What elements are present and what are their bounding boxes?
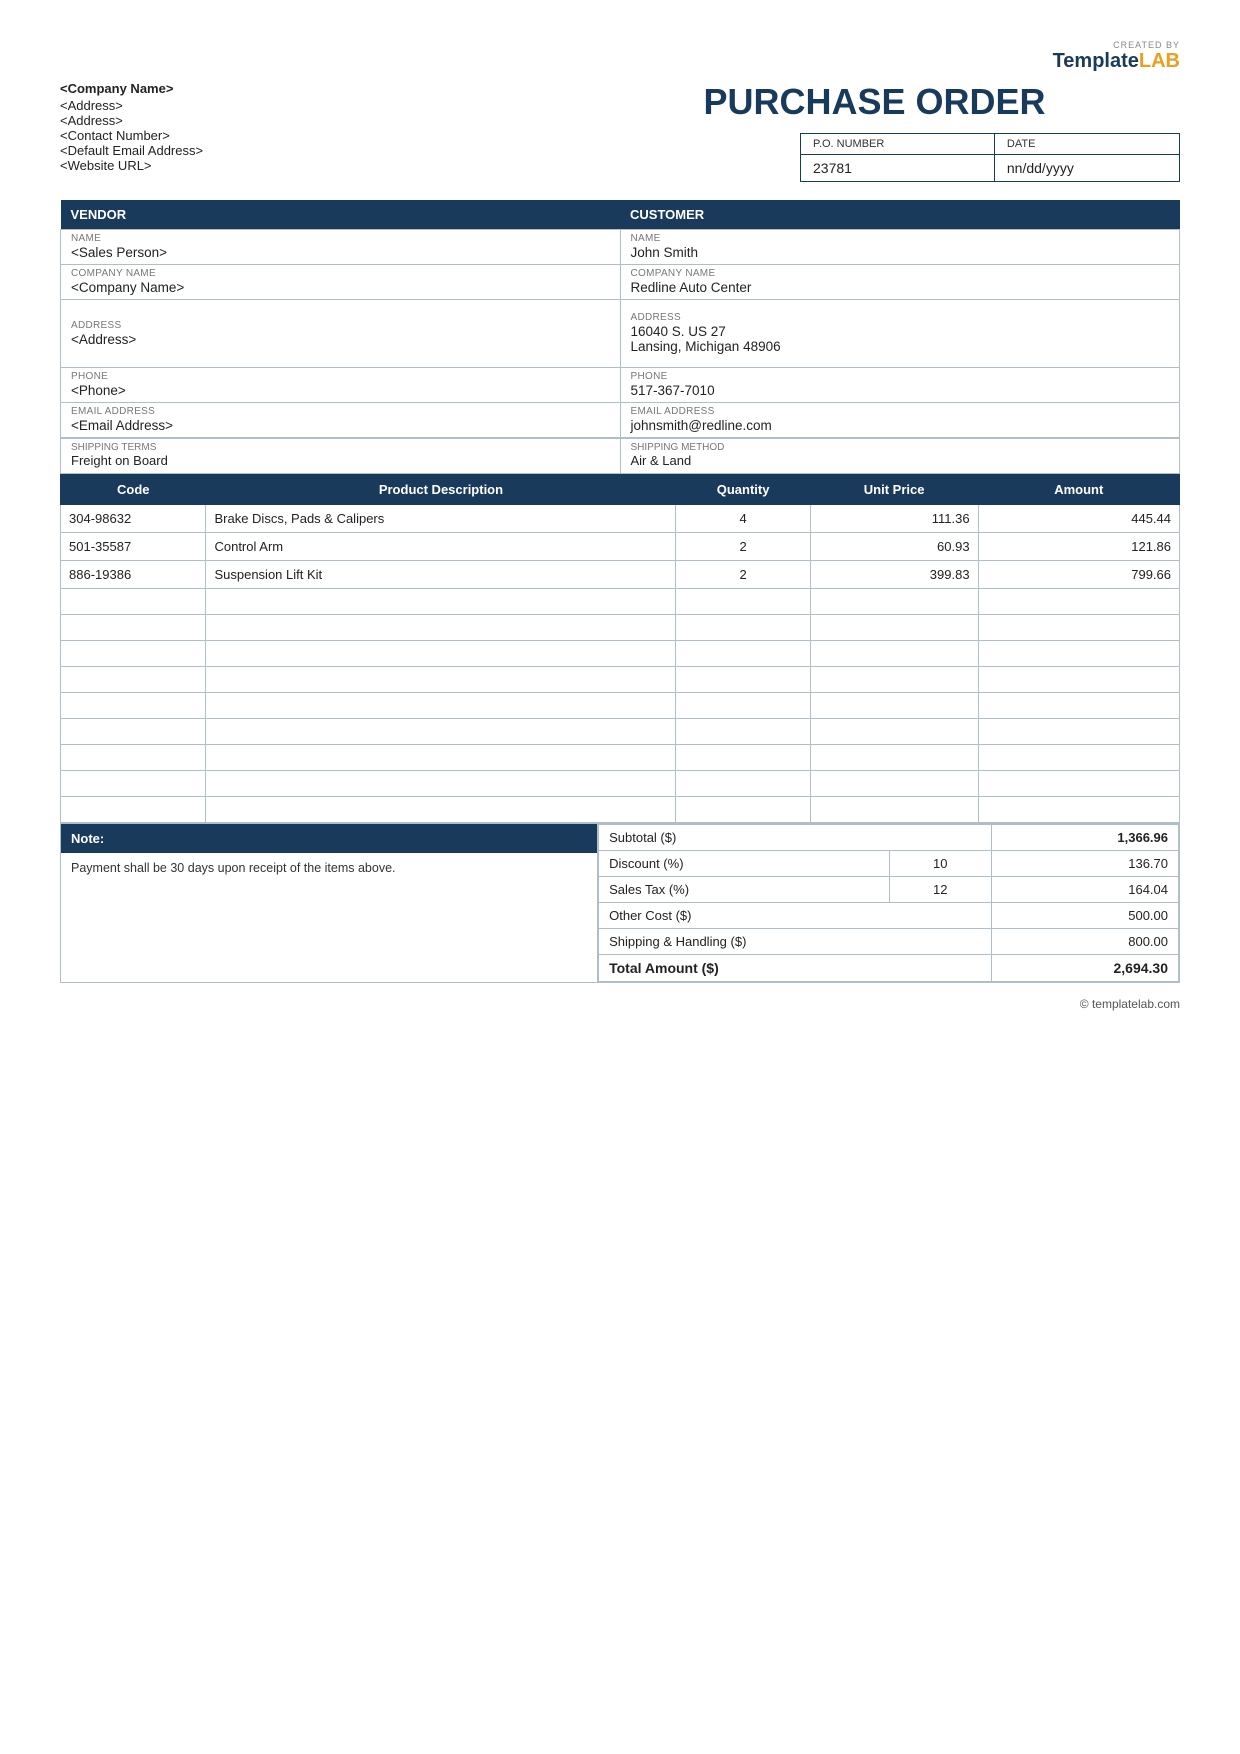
discount-value: 136.70 bbox=[991, 851, 1178, 877]
customer-company-value: Redline Auto Center bbox=[631, 280, 1170, 299]
po-right-block: PURCHASE ORDER P.O. NUMBER DATE 23781 nn… bbox=[569, 81, 1180, 182]
customer-header: CUSTOMER bbox=[620, 200, 1180, 230]
created-by-text: CREATED BY bbox=[1053, 40, 1180, 50]
customer-address-value: 16040 S. US 27 Lansing, Michigan 48906 bbox=[631, 324, 1170, 358]
other-value: 500.00 bbox=[991, 903, 1178, 929]
vendor-company-value: <Company Name> bbox=[71, 280, 610, 299]
total-label: Total Amount ($) bbox=[599, 955, 992, 982]
shipping-cost-value: 800.00 bbox=[991, 929, 1178, 955]
table-row bbox=[61, 693, 1180, 719]
po-title: PURCHASE ORDER bbox=[569, 81, 1180, 123]
company-address2: <Address> bbox=[60, 113, 569, 128]
po-date-value: nn/dd/yyyy bbox=[994, 155, 1179, 182]
po-number-date-table: P.O. NUMBER DATE 23781 nn/dd/yyyy bbox=[800, 133, 1180, 182]
company-name: <Company Name> bbox=[60, 81, 569, 96]
vendor-company-label: COMPANY NAME bbox=[71, 268, 610, 279]
col-amount-header: Amount bbox=[978, 475, 1179, 505]
shipping-terms-label: SHIPPING TERMS bbox=[71, 442, 610, 453]
col-unitprice-header: Unit Price bbox=[810, 475, 978, 505]
table-row: 501-35587 Control Arm 2 60.93 121.86 bbox=[61, 533, 1180, 561]
subtotal-label: Subtotal ($) bbox=[599, 825, 992, 851]
table-row bbox=[61, 719, 1180, 745]
shipping-terms-value: Freight on Board bbox=[71, 453, 610, 470]
col-code-header: Code bbox=[61, 475, 206, 505]
shipping-cost-label: Shipping & Handling ($) bbox=[599, 929, 992, 955]
discount-label: Discount (%) bbox=[599, 851, 890, 877]
customer-name-label: NAME bbox=[631, 233, 1170, 244]
note-text: Payment shall be 30 days upon receipt of… bbox=[61, 853, 597, 883]
customer-phone-label: PHONE bbox=[631, 371, 1170, 382]
date-label: DATE bbox=[994, 134, 1179, 155]
customer-email-value: johnsmith@redline.com bbox=[631, 418, 1170, 437]
table-row: 304-98632 Brake Discs, Pads & Calipers 4… bbox=[61, 505, 1180, 533]
total-value: 2,694.30 bbox=[991, 955, 1178, 982]
vendor-email-label: EMAIL ADDRESS bbox=[71, 406, 610, 417]
footer: © templatelab.com bbox=[60, 997, 1180, 1011]
header-area: <Company Name> <Address> <Address> <Cont… bbox=[60, 81, 1180, 182]
company-email: <Default Email Address> bbox=[60, 143, 569, 158]
col-desc-header: Product Description bbox=[206, 475, 676, 505]
vendor-header: VENDOR bbox=[61, 200, 621, 230]
shipping-method-label: SHIPPING METHOD bbox=[631, 442, 1170, 453]
customer-email-label: EMAIL ADDRESS bbox=[631, 406, 1170, 417]
table-row bbox=[61, 797, 1180, 823]
totals-table: Subtotal ($) 1,366.96 Discount (%) 10 13… bbox=[598, 824, 1179, 982]
table-row bbox=[61, 641, 1180, 667]
vendor-phone-value: <Phone> bbox=[71, 383, 610, 402]
discount-pct: 10 bbox=[889, 851, 991, 877]
tax-value: 164.04 bbox=[991, 877, 1178, 903]
vendor-address-value: <Address> bbox=[71, 332, 610, 351]
templatelab-logo: CREATED BY TemplateLAB bbox=[1053, 40, 1180, 73]
col-qty-header: Quantity bbox=[676, 475, 810, 505]
vendor-customer-table: VENDOR CUSTOMER NAME <Sales Person> NAME… bbox=[60, 200, 1180, 438]
vendor-name-label: NAME bbox=[71, 233, 610, 244]
po-number-label: P.O. NUMBER bbox=[801, 134, 995, 155]
table-row bbox=[61, 745, 1180, 771]
shipping-method-value: Air & Land bbox=[631, 453, 1170, 470]
company-contact: <Contact Number> bbox=[60, 128, 569, 143]
tax-pct: 12 bbox=[889, 877, 991, 903]
table-row bbox=[61, 771, 1180, 797]
customer-phone-value: 517-367-7010 bbox=[631, 383, 1170, 402]
company-website: <Website URL> bbox=[60, 158, 569, 173]
logo-text: TemplateLAB bbox=[1053, 50, 1180, 72]
items-table: Code Product Description Quantity Unit P… bbox=[60, 474, 1180, 823]
po-number-value: 23781 bbox=[801, 155, 995, 182]
table-row bbox=[61, 589, 1180, 615]
vendor-address-label: ADDRESS bbox=[71, 320, 610, 331]
company-info: <Company Name> <Address> <Address> <Cont… bbox=[60, 81, 569, 173]
vendor-email-value: <Email Address> bbox=[71, 418, 610, 437]
bottom-section: Note: Payment shall be 30 days upon rece… bbox=[60, 823, 1180, 983]
customer-address-label: ADDRESS bbox=[631, 312, 1170, 323]
customer-company-label: COMPANY NAME bbox=[631, 268, 1170, 279]
vendor-phone-label: PHONE bbox=[71, 371, 610, 382]
note-header: Note: bbox=[61, 824, 597, 853]
customer-name-value: John Smith bbox=[631, 245, 1170, 264]
other-label: Other Cost ($) bbox=[599, 903, 992, 929]
table-row bbox=[61, 615, 1180, 641]
subtotal-value: 1,366.96 bbox=[991, 825, 1178, 851]
table-row: 886-19386 Suspension Lift Kit 2 399.83 7… bbox=[61, 561, 1180, 589]
tax-label: Sales Tax (%) bbox=[599, 877, 890, 903]
table-row bbox=[61, 667, 1180, 693]
shipping-table: SHIPPING TERMS Freight on Board SHIPPING… bbox=[60, 438, 1180, 474]
company-address1: <Address> bbox=[60, 98, 569, 113]
vendor-name-value: <Sales Person> bbox=[71, 245, 610, 264]
